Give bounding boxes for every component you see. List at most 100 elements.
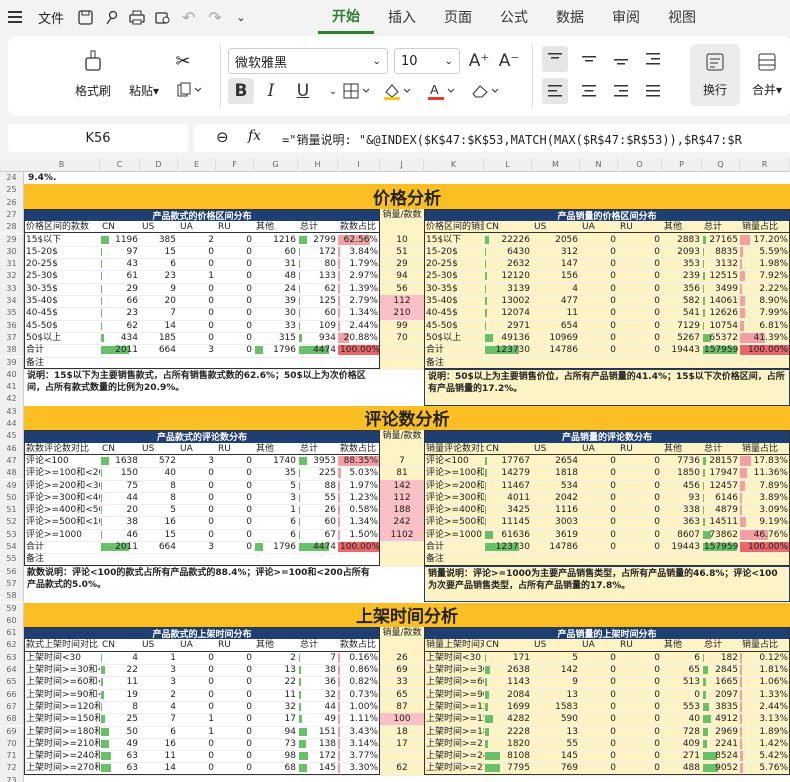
font-family-select[interactable]: 微软雅黑 ⌄ (228, 48, 388, 74)
row-header[interactable]: 25 (0, 184, 24, 197)
listing-mid-cell[interactable]: 26 (380, 652, 424, 664)
formula-input[interactable]: ="销量说明: "&@INDEX($K$47:$K$53,MATCH(MAX($… (282, 131, 790, 148)
row-header[interactable]: 50 (0, 491, 24, 505)
review-mid-cell[interactable]: 242 (380, 516, 424, 528)
row-header[interactable]: 53 (0, 528, 24, 541)
row-header[interactable]: 55 (0, 553, 24, 566)
listing-mid-cell[interactable]: 33 (380, 676, 424, 688)
listing-mid-cell[interactable]: 17 (380, 738, 424, 750)
column-header[interactable]: I (338, 158, 380, 172)
paste-button[interactable]: 粘贴 ▾ (120, 82, 168, 99)
row-header[interactable]: 26 (0, 196, 24, 209)
price-right-note[interactable]: 说明：50$以上为主要销售价位，占所有产品销量的41.4%；15$以下次价格区间… (424, 368, 790, 406)
row-header[interactable]: 31 (0, 258, 24, 271)
review-right-note[interactable]: 销量说明：评论>=1000为主要产品销售类型，占所有产品销量的46.8%；评论<… (424, 565, 790, 603)
row-header[interactable]: 37 (0, 331, 24, 345)
print-icon[interactable] (124, 0, 150, 34)
row-header[interactable]: 70 (0, 737, 24, 751)
align-top-icon[interactable] (542, 46, 568, 72)
row-header[interactable]: 38 (0, 344, 24, 357)
price-left-note[interactable]: 说明：15$以下为主要销售款式，占所有销售款式数的62.6%；50$以上为次价格… (24, 369, 380, 406)
italic-icon[interactable]: I (258, 78, 284, 104)
column-header[interactable]: J (380, 158, 424, 172)
row-header[interactable]: 68 (0, 713, 24, 726)
row-header[interactable]: 62 (0, 639, 24, 652)
row-header[interactable]: 46 (0, 442, 24, 455)
print-preview-icon[interactable] (150, 0, 176, 34)
font-size-select[interactable]: 10 ⌄ (394, 48, 460, 74)
price-mid-cell[interactable]: 10 (380, 234, 424, 246)
column-header[interactable]: B (24, 158, 100, 172)
cut-icon[interactable]: ✂ (168, 46, 198, 76)
review-left-note[interactable]: 款数说明：评论<100的款式占所有产品款式的88.4%；评论>=100和<200… (24, 566, 380, 603)
row-header[interactable]: 72 (0, 762, 24, 775)
format-painter-icon[interactable] (78, 46, 108, 76)
column-header[interactable]: H (298, 158, 338, 172)
row-header[interactable]: 47 (0, 454, 24, 468)
row-header[interactable]: 42 (0, 393, 24, 406)
align-bottom-icon[interactable] (608, 46, 634, 72)
row-header[interactable]: 41 (0, 381, 24, 394)
column-header[interactable]: E (178, 158, 216, 172)
listing-mid-cell[interactable]: 100 (380, 713, 424, 725)
border-icon[interactable] (340, 80, 376, 102)
review-mid-cell[interactable]: 142 (380, 480, 424, 492)
review-mid-cell[interactable]: 81 (380, 467, 424, 479)
row-header[interactable]: 58 (0, 590, 24, 603)
row-header[interactable]: 45 (0, 430, 24, 443)
column-header[interactable]: Q (702, 158, 740, 172)
listing-mid-cell[interactable]: 65 (380, 689, 424, 701)
save-icon[interactable] (72, 0, 98, 34)
column-header[interactable]: G (254, 158, 298, 172)
column-header[interactable]: D (140, 158, 178, 172)
column-header[interactable]: L (484, 158, 532, 172)
row-header[interactable]: 67 (0, 700, 24, 714)
column-header[interactable]: N (580, 158, 618, 172)
row-header[interactable]: 60 (0, 614, 24, 628)
row-header[interactable]: 71 (0, 750, 24, 763)
listing-mid-cell[interactable]: 87 (380, 701, 424, 713)
row-header[interactable]: 40 (0, 368, 24, 382)
row-header[interactable]: 49 (0, 479, 24, 492)
row24-text[interactable]: 9.4%. (26, 172, 58, 184)
row-header[interactable]: 66 (0, 688, 24, 701)
price-mid-cell[interactable]: 99 (380, 320, 424, 332)
name-box[interactable]: K56 (8, 124, 188, 152)
file-menu[interactable]: 文件 (30, 0, 72, 34)
listing-mid-cell[interactable]: 62 (380, 762, 424, 774)
copy-icon[interactable] (170, 80, 210, 100)
wrap-text-button[interactable]: 换行 (690, 44, 740, 106)
underline-icon[interactable]: U (290, 78, 316, 104)
share-icon[interactable] (98, 0, 124, 34)
row-header[interactable]: 65 (0, 676, 24, 689)
undo-icon[interactable]: ↶ (176, 0, 202, 34)
row-header[interactable]: 59 (0, 602, 24, 615)
price-mid-cell[interactable]: 56 (380, 283, 424, 295)
align-center-icon[interactable] (576, 78, 602, 104)
review-mid-cell[interactable]: 188 (380, 504, 424, 516)
justify-icon[interactable] (640, 78, 666, 104)
row-header[interactable]: 29 (0, 233, 24, 246)
row-header[interactable]: 57 (0, 577, 24, 591)
fx-icon[interactable]: fx (248, 128, 261, 144)
chevron-down-icon[interactable]: ⌄ (228, 0, 254, 34)
tab-review[interactable]: 审阅 (598, 0, 654, 34)
format-painter-button[interactable]: 格式刷 (68, 82, 118, 99)
column-header[interactable]: O (618, 158, 662, 172)
align-left-icon[interactable] (542, 78, 568, 104)
price-mid-cell[interactable]: 112 (380, 295, 424, 307)
tab-insert[interactable]: 插入 (374, 0, 430, 34)
row-header[interactable]: 54 (0, 541, 24, 554)
hamburger-icon[interactable] (0, 0, 30, 34)
row-header[interactable]: 28 (0, 221, 24, 234)
row-header[interactable]: 27 (0, 208, 24, 222)
row-header[interactable]: 48 (0, 467, 24, 480)
listing-mid-cell[interactable]: 69 (380, 664, 424, 676)
review-mid-cell[interactable]: 7 (380, 455, 424, 467)
row-header[interactable]: 43 (0, 405, 24, 418)
clear-format-icon[interactable] (466, 80, 506, 102)
row-header[interactable]: 36 (0, 319, 24, 332)
row-header[interactable]: 32 (0, 270, 24, 283)
merge-button[interactable]: 合并▾ (744, 44, 790, 106)
row-header[interactable]: 73 (0, 774, 24, 782)
